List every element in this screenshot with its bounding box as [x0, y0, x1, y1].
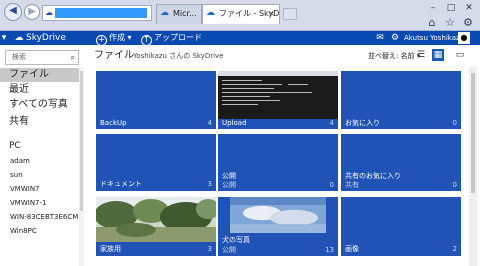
sidebar-item-pc[interactable]: sun: [0, 170, 79, 180]
folder-tile-pictures[interactable]: 画像 2: [341, 197, 461, 256]
gear-icon[interactable]: ⚙: [460, 15, 476, 31]
sort-dropdown[interactable]: 並べ替え: 名前 ▾: [368, 51, 420, 62]
upload-button[interactable]: ↑ アップロード: [141, 31, 202, 46]
site-icon: ☁: [45, 8, 53, 17]
folder-tile-upload[interactable]: Upload 4: [218, 71, 338, 129]
address-selection: [55, 8, 147, 18]
main-scrollbar[interactable]: [469, 67, 477, 266]
browser-tab-active[interactable]: ☁ ファイル - SkyDrive ×: [202, 4, 280, 24]
sidebar-item-all-photos[interactable]: すべての写真: [0, 98, 79, 112]
menu-icon[interactable]: ▾: [0, 31, 8, 45]
folder-tile-family[interactable]: 家族用 3: [96, 197, 216, 256]
avatar[interactable]: ●: [458, 32, 470, 44]
terminal-thumbnail: [218, 71, 338, 119]
tab-close-button[interactable]: ×: [268, 5, 275, 23]
page-subtitle: Yoshikazu さんの SkyDrive: [133, 52, 224, 60]
skydrive-header: ▾ ☁ SkyDrive + 作成 ▾ ↑ アップロード ✉ ⚙ Akutsu Yos…: [0, 31, 480, 46]
cloud-icon: ☁: [14, 33, 24, 43]
scrollbar-thumb[interactable]: [80, 71, 83, 211]
user-name[interactable]: Akutsu Yoshikazu: [404, 31, 464, 45]
details-pane-icon[interactable]: ▭: [454, 49, 466, 61]
home-icon[interactable]: ⌂: [424, 15, 440, 31]
messages-icon[interactable]: ✉: [374, 31, 386, 45]
maximize-button[interactable]: □: [446, 2, 456, 14]
skydrive-favicon-icon: ☁: [160, 8, 169, 18]
browser-tab[interactable]: ☁ Micr...: [156, 4, 202, 24]
folder-tile-backup[interactable]: BackUp 4: [96, 71, 216, 129]
thumbnails-view-icon[interactable]: ▦: [432, 49, 444, 61]
folder-tile-favorites[interactable]: お気に入り 0: [341, 71, 461, 129]
folder-tile-shared-favorites[interactable]: 共有のお気に入り 共有 0: [341, 134, 461, 191]
tab-label: Micr...: [173, 9, 197, 18]
back-button[interactable]: ◀: [4, 3, 22, 21]
create-button[interactable]: + 作成 ▾: [96, 31, 132, 46]
folder-tile-dog-photos[interactable]: 犬の写真 公開 13: [218, 197, 338, 256]
plus-icon: +: [96, 35, 107, 46]
photo-thumbnail: [96, 197, 216, 242]
folder-tile-public[interactable]: 公開 公開 0: [218, 134, 338, 191]
scrollbar-thumb[interactable]: [471, 73, 475, 193]
sidebar-item-pc[interactable]: VMWIN7-1: [0, 198, 79, 208]
sidebar-item-pc[interactable]: adam: [0, 156, 79, 166]
sidebar-item-pc[interactable]: VMWIN7: [0, 184, 79, 194]
sidebar: 検索 ⌕ ファイル 最近 すべての写真 共有 PC adam sun VMWIN…: [0, 45, 84, 266]
minimize-button[interactable]: –: [428, 2, 438, 14]
forward-button[interactable]: ▶: [24, 4, 40, 20]
details-view-icon[interactable]: ☰: [415, 49, 427, 61]
star-icon[interactable]: ☆: [442, 15, 458, 31]
sidebar-scrollbar[interactable]: [79, 68, 84, 266]
skydrive-logo[interactable]: ☁ SkyDrive: [12, 31, 66, 45]
search-input[interactable]: 検索 ⌕: [5, 50, 79, 65]
upload-icon: ↑: [141, 35, 152, 46]
new-tab-button[interactable]: [283, 8, 297, 20]
settings-icon[interactable]: ⚙: [389, 31, 401, 45]
close-window-button[interactable]: ✕: [464, 2, 474, 14]
search-icon[interactable]: ⌕: [71, 51, 75, 64]
photo-thumbnail: [230, 197, 326, 233]
sidebar-item-files[interactable]: ファイル: [0, 68, 79, 82]
folder-tile-documents[interactable]: ドキュメント 3: [96, 134, 216, 191]
sidebar-item-shared[interactable]: 共有: [0, 115, 79, 129]
pc-heading: PC: [9, 141, 21, 151]
sidebar-item-pc[interactable]: WIN-83CEBT3E6CM: [0, 212, 79, 222]
skydrive-favicon-icon: ☁: [206, 8, 215, 18]
sidebar-item-recent[interactable]: 最近: [0, 83, 79, 97]
page-title: ファイル: [94, 50, 134, 61]
address-bar[interactable]: ☁: [42, 5, 152, 21]
sidebar-item-pc[interactable]: Win8PC: [0, 226, 79, 236]
browser-chrome: ◀ ▶ ☁ ☁ Micr... ☁ ファイル - SkyDrive × – □ …: [0, 0, 480, 31]
